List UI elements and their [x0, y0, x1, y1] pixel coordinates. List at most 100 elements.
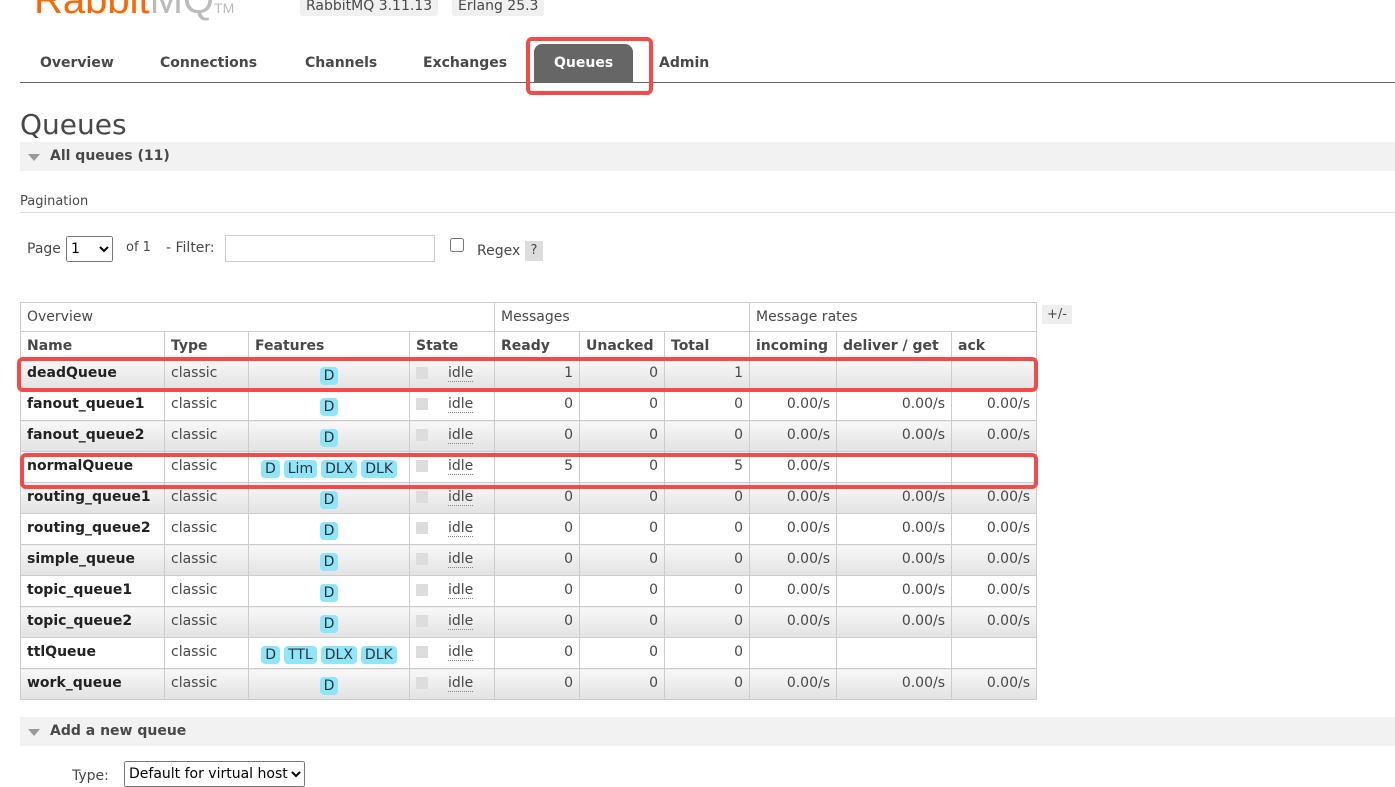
- column-header[interactable]: Total: [664, 331, 750, 359]
- queue-name-link[interactable]: simple_queue: [20, 544, 165, 576]
- column-header[interactable]: State: [409, 331, 495, 359]
- feature-badge[interactable]: D: [319, 584, 339, 602]
- regex-checkbox[interactable]: [450, 238, 464, 252]
- ready-value: 1: [494, 358, 580, 390]
- column-header[interactable]: deliver / get: [836, 331, 952, 359]
- queue-name-link[interactable]: routing_queue2: [20, 513, 165, 545]
- column-header[interactable]: Type: [164, 331, 249, 359]
- column-header[interactable]: incoming: [749, 331, 837, 359]
- help-button[interactable]: ?: [525, 241, 543, 261]
- ready-value: 0: [494, 482, 580, 514]
- column-header[interactable]: ack: [951, 331, 1037, 359]
- feature-badge[interactable]: DLK: [361, 460, 398, 478]
- column-header[interactable]: Name: [20, 331, 165, 359]
- feature-badge[interactable]: D: [261, 646, 281, 664]
- feature-badge[interactable]: DLX: [320, 646, 357, 664]
- feature-badge[interactable]: DLK: [360, 646, 397, 664]
- state-icon: [416, 429, 428, 441]
- column-header[interactable]: Unacked: [579, 331, 665, 359]
- type-select[interactable]: Default for virtual host: [124, 761, 305, 787]
- queue-features: D: [248, 606, 410, 638]
- queue-state: idle: [409, 668, 495, 700]
- feature-badge[interactable]: D: [319, 367, 339, 385]
- unacked-value: 0: [579, 389, 665, 421]
- tab-overview[interactable]: Overview: [20, 44, 134, 82]
- state-icon: [416, 584, 428, 596]
- tab-exchanges[interactable]: Exchanges: [403, 44, 527, 82]
- ack-value: 0.00/s: [951, 606, 1037, 638]
- feature-badge[interactable]: D: [319, 491, 339, 509]
- queue-name-link[interactable]: fanout_queue1: [20, 389, 165, 421]
- incoming-value: 0.00/s: [749, 451, 837, 483]
- feature-badge[interactable]: D: [260, 460, 280, 478]
- table-row: normalQueue classic D Lim DLX DLK idle 5 0 5 0.00/…: [20, 451, 1037, 483]
- queue-type: classic: [164, 544, 249, 576]
- state-label: idle: [448, 675, 474, 692]
- queue-state: idle: [409, 420, 495, 452]
- table-row: topic_queue2 classic Didle 0 0 0 0.00/s 0.00/s 0…: [20, 606, 1037, 638]
- ack-value: 0.00/s: [951, 575, 1037, 607]
- table-row: ttlQueue classic D TTL DLX DLK idle 0 0 0: [20, 637, 1037, 669]
- column-header[interactable]: Ready: [494, 331, 580, 359]
- table-row: work_queue classic Didle 0 0 0 0.00/s 0.00/s 0.0…: [20, 668, 1037, 700]
- queue-name-link[interactable]: normalQueue: [20, 451, 165, 483]
- collapse-triangle-icon: [28, 729, 40, 736]
- filter-input[interactable]: [225, 235, 435, 262]
- queue-name-link[interactable]: fanout_queue2: [20, 420, 165, 452]
- unacked-value: 0: [579, 451, 665, 483]
- table-row: fanout_queue1 classic Didle 0 0 0 0.00/s 0.00/s…: [20, 389, 1037, 421]
- queue-name-link[interactable]: work_queue: [20, 668, 165, 700]
- feature-badge[interactable]: D: [319, 677, 339, 695]
- tab-queues[interactable]: Queues: [534, 44, 634, 82]
- column-header[interactable]: Features: [248, 331, 410, 359]
- total-value: 0: [664, 575, 750, 607]
- feature-badge[interactable]: D: [319, 429, 339, 447]
- columns-toggle-button[interactable]: +/-: [1042, 305, 1072, 324]
- feature-badge[interactable]: TTL: [284, 646, 317, 664]
- feature-badge[interactable]: Lim: [283, 460, 318, 478]
- ready-value: 0: [494, 606, 580, 638]
- state-icon: [416, 615, 428, 627]
- add-queue-label: Add a new queue: [50, 723, 187, 739]
- state-label: idle: [448, 458, 474, 475]
- unacked-value: 0: [579, 606, 665, 638]
- queue-type: classic: [164, 668, 249, 700]
- ready-value: 0: [494, 389, 580, 421]
- queue-features: D: [248, 420, 410, 452]
- feature-badge[interactable]: D: [319, 398, 339, 416]
- state-label: idle: [448, 520, 474, 537]
- incoming-value: 0.00/s: [749, 606, 837, 638]
- incoming-value: 0.00/s: [749, 575, 837, 607]
- state-icon: [416, 460, 428, 472]
- incoming-value: 0.00/s: [749, 513, 837, 545]
- deliver-value: 0.00/s: [836, 668, 952, 700]
- feature-badge[interactable]: D: [319, 615, 339, 633]
- total-value: 0: [664, 482, 750, 514]
- unacked-value: 0: [579, 544, 665, 576]
- deliver-value: 0.00/s: [836, 513, 952, 545]
- queue-name-link[interactable]: topic_queue2: [20, 606, 165, 638]
- state-label: idle: [448, 489, 474, 506]
- group-message-rates: Message rates: [749, 302, 1037, 332]
- page-select[interactable]: 1: [66, 236, 113, 262]
- queue-name-link[interactable]: topic_queue1: [20, 575, 165, 607]
- tab-channels[interactable]: Channels: [285, 44, 397, 82]
- queue-state: idle: [409, 575, 495, 607]
- queue-name-link[interactable]: ttlQueue: [20, 637, 165, 669]
- unacked-value: 0: [579, 575, 665, 607]
- unacked-value: 0: [579, 420, 665, 452]
- feature-badge[interactable]: D: [319, 553, 339, 571]
- feature-badge[interactable]: D: [319, 522, 339, 540]
- queue-state: idle: [409, 606, 495, 638]
- tab-admin[interactable]: Admin: [639, 44, 729, 82]
- queue-type: classic: [164, 513, 249, 545]
- queue-features: D Lim DLX DLK: [248, 451, 410, 483]
- tab-connections[interactable]: Connections: [140, 44, 277, 82]
- all-queues-toggle[interactable]: All queues (11): [20, 142, 1395, 171]
- deliver-value: 0.00/s: [836, 482, 952, 514]
- add-queue-toggle[interactable]: Add a new queue: [20, 717, 1395, 746]
- feature-badge[interactable]: DLX: [321, 460, 358, 478]
- total-value: 5: [664, 451, 750, 483]
- queue-name-link[interactable]: routing_queue1: [20, 482, 165, 514]
- queue-name-link[interactable]: deadQueue: [20, 358, 165, 390]
